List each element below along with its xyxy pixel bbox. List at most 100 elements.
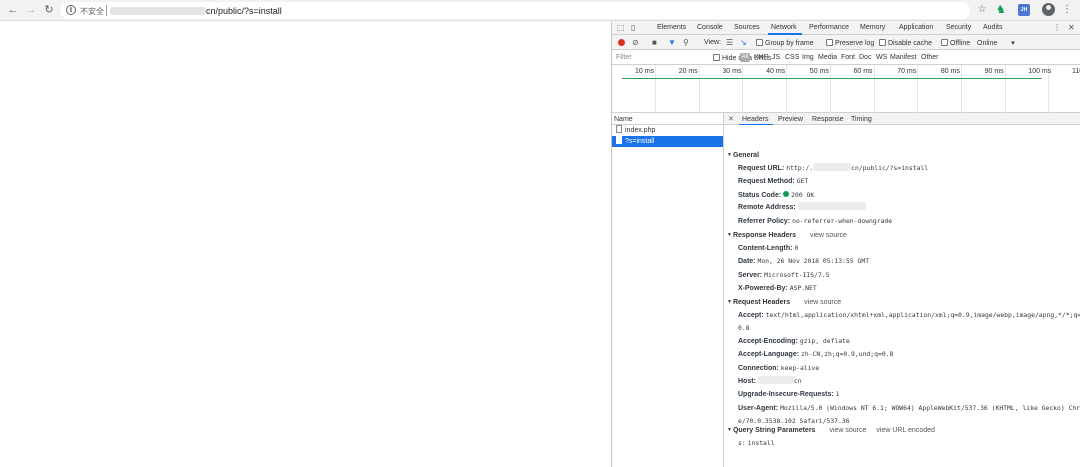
tab-sources[interactable]: Sources (734, 24, 760, 31)
reload-icon[interactable]: ↻ (42, 3, 56, 17)
connection-key: Connection: (738, 364, 779, 372)
timeline-gridline (917, 65, 919, 113)
timeline-gridline (786, 65, 788, 113)
response-headers-toggle[interactable]: ▼Response Headers view source (727, 229, 1079, 242)
tab-timing[interactable]: Timing (851, 116, 872, 123)
request-method-row: Request Method: GET (727, 175, 1079, 188)
close-devtools-icon[interactable]: ✕ (1068, 23, 1075, 33)
tab-memory[interactable]: Memory (860, 24, 885, 31)
general-toggle[interactable]: ▼General (727, 149, 1079, 162)
network-overview-timeline[interactable]: 10 ms 20 ms 30 ms 40 ms 50 ms 60 ms 70 ms 80 ms… (612, 65, 1080, 113)
type-filter-ws[interactable]: WS (876, 54, 887, 61)
file-icon (616, 136, 622, 144)
extension-jh-icon[interactable]: JH (1018, 4, 1030, 16)
request-row[interactable]: index.php (612, 125, 723, 136)
host-row: Host: cn (727, 375, 1079, 388)
type-filter-font[interactable]: Font (841, 54, 855, 61)
device-toolbar-icon[interactable]: ▯ (631, 23, 635, 33)
filter-input[interactable]: Filter (616, 54, 632, 61)
tab-elements[interactable]: Elements (657, 24, 686, 31)
timeline-gridline (960, 65, 962, 113)
offline-checkbox[interactable]: Offline (941, 39, 970, 47)
remote-address-row: Remote Address: (727, 202, 1079, 214)
host-key: Host: (738, 378, 756, 386)
browser-toolbar: ← → ↻ i 不安全 cn/public/?s=install ☆ ♞ JH … (0, 0, 1080, 21)
name-column-header[interactable]: Name (612, 113, 723, 125)
devtools-menu-icon[interactable]: ⋮ (1053, 23, 1061, 33)
tab-preview[interactable]: Preview (778, 116, 803, 123)
filter-bar: Filter Hide data URLs All XHR JS CSS Img… (612, 50, 1080, 65)
forward-icon[interactable]: → (24, 3, 38, 17)
timeline-tick-label: 110 ms (1072, 68, 1080, 75)
request-url-key: Request URL: (738, 165, 785, 172)
type-filter-js[interactable]: JS (772, 54, 780, 61)
url-text[interactable]: cn/public/?s=install (206, 6, 282, 16)
disable-cache-checkbox[interactable]: Disable cache (879, 39, 932, 47)
address-bar[interactable]: i 不安全 cn/public/?s=install (60, 2, 970, 19)
waterfall-icon[interactable]: ↘ (740, 38, 747, 48)
timeline-gridline (698, 65, 700, 113)
tab-audits[interactable]: Audits (983, 24, 1002, 31)
tab-network[interactable]: Network (771, 24, 797, 31)
request-url-row: Request URL: http:/. cn/public/?s=install (727, 162, 1079, 175)
info-icon[interactable]: i (66, 5, 76, 15)
query-string-toggle[interactable]: ▼Query String Parameters view source view … (727, 424, 1079, 437)
clear-icon[interactable]: ⊘ (632, 38, 639, 48)
type-filter-manifest[interactable]: Manifest (890, 54, 916, 61)
detail-tab-bar: ✕ Headers Preview Response Timing (724, 113, 1080, 125)
bookmark-star-icon[interactable]: ☆ (976, 3, 988, 17)
type-filter-all[interactable]: All (740, 53, 750, 62)
status-ok-icon (783, 190, 790, 197)
view-source-link[interactable]: view source (829, 427, 866, 434)
filter-funnel-icon[interactable]: ▼ (668, 38, 676, 48)
throttling-select[interactable]: Online ▾ (977, 39, 1015, 47)
view-source-link[interactable]: view source (804, 299, 841, 306)
timeline-gridline (829, 65, 831, 113)
request-waterfall-bar (622, 78, 1042, 79)
type-filter-doc[interactable]: Doc (859, 54, 871, 61)
preserve-log-label: Preserve log (835, 40, 875, 47)
extension-icon[interactable]: ♞ (996, 4, 1008, 16)
type-filter-img[interactable]: Img (802, 54, 814, 61)
type-filter-other[interactable]: Other (921, 54, 939, 61)
timeline-tick-label: 70 ms (897, 68, 917, 75)
profile-avatar[interactable] (1042, 3, 1055, 16)
large-rows-icon[interactable]: ☰ (726, 38, 733, 48)
record-icon[interactable] (618, 39, 625, 46)
host-value: cn (793, 377, 802, 386)
timeline-gridline (742, 65, 744, 113)
view-url-encoded-link[interactable]: view URL encoded (876, 427, 935, 434)
tab-security[interactable]: Security (946, 24, 971, 31)
security-label[interactable]: 不安全 (80, 6, 104, 17)
close-detail-icon[interactable]: ✕ (728, 115, 734, 123)
menu-kebab-icon[interactable]: ⋮ (1062, 3, 1072, 17)
status-code-row: Status Code: 200 OK (727, 189, 1079, 202)
back-icon[interactable]: ← (6, 3, 20, 17)
accept-key: Accept: (738, 312, 764, 319)
search-icon[interactable]: ⚲ (683, 38, 689, 48)
timeline-tick-label: 20 ms (678, 68, 698, 75)
timeline-tick-label: 60 ms (853, 68, 873, 75)
preserve-log-checkbox[interactable]: Preserve log (826, 39, 874, 47)
header-key: Server: (738, 271, 763, 279)
request-headers-toggle[interactable]: ▼Request Headers view source (727, 296, 1079, 309)
response-headers-section: ▼Response Headers view source Content-Len… (727, 229, 1079, 296)
request-headers-section: ▼Request Headers view source Accept: text… (727, 296, 1080, 428)
tab-headers[interactable]: Headers (742, 116, 768, 123)
type-filter-media[interactable]: Media (818, 54, 837, 61)
tab-application[interactable]: Application (899, 24, 933, 31)
type-filter-css[interactable]: CSS (785, 54, 799, 61)
tab-response[interactable]: Response (812, 116, 844, 123)
screenshot-camera-icon[interactable]: ■ (652, 38, 657, 48)
type-filter-xhr[interactable]: XHR (754, 54, 769, 61)
request-row-selected[interactable]: ?s=install (612, 136, 723, 147)
group-by-frame-checkbox[interactable]: Group by frame (756, 39, 814, 47)
connection-row: Connection: keep-alive (727, 362, 1079, 375)
inspect-element-icon[interactable]: ⬚ (617, 23, 625, 33)
tab-performance[interactable]: Performance (809, 24, 849, 31)
request-url-prefix: http:/. (786, 164, 814, 172)
tab-console[interactable]: Console (697, 24, 723, 31)
query-param-key: s: (738, 439, 746, 447)
view-source-link[interactable]: view source (810, 232, 847, 239)
status-code-value: 200 OK (791, 190, 815, 199)
